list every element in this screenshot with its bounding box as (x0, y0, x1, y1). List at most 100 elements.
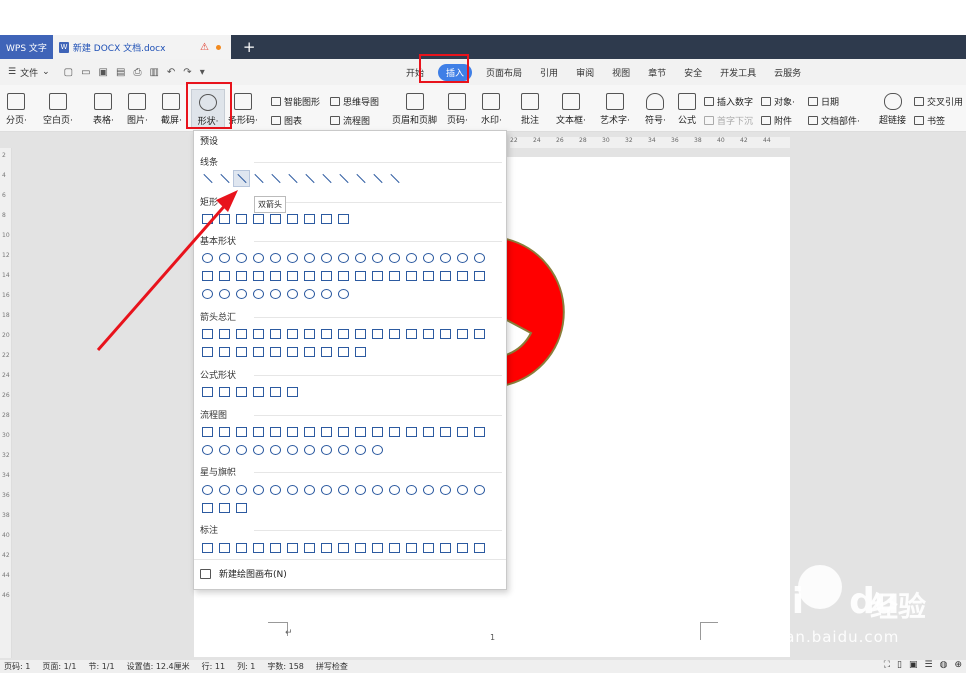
flowchart-shape[interactable] (285, 424, 300, 439)
date-button[interactable]: 日期 (808, 95, 839, 108)
callout-shape[interactable] (404, 540, 419, 555)
basic-shape[interactable] (472, 268, 487, 283)
arrow-shape[interactable] (268, 326, 283, 341)
flowchart-shape[interactable] (251, 424, 266, 439)
rect-shape[interactable] (251, 211, 266, 226)
banner-shape[interactable] (200, 500, 215, 515)
tab-cloud[interactable]: 云服务 (765, 66, 810, 79)
callout-shape[interactable] (387, 540, 402, 555)
arrow-shape[interactable] (200, 344, 215, 359)
star-shape[interactable] (404, 482, 419, 497)
flowchart-shape[interactable] (217, 442, 232, 457)
star-shape[interactable] (200, 482, 215, 497)
new-tab-icon[interactable]: + (243, 38, 256, 56)
tab-developer[interactable]: 开发工具 (711, 66, 765, 79)
basic-shape[interactable] (234, 286, 249, 301)
basic-shape[interactable] (217, 268, 232, 283)
line-shape[interactable] (353, 171, 368, 186)
flowchart-shape[interactable] (319, 424, 334, 439)
star-shape[interactable] (472, 482, 487, 497)
arrow-shape[interactable] (217, 326, 232, 341)
arrow-shape[interactable] (251, 344, 266, 359)
doc-parts-button[interactable]: 文档部件· (808, 114, 860, 127)
rect-shape[interactable] (336, 211, 351, 226)
star-shape[interactable] (268, 482, 283, 497)
arrow-shape[interactable] (421, 326, 436, 341)
basic-shape[interactable] (421, 268, 436, 283)
print-icon[interactable]: ⎙ (133, 67, 141, 78)
line-shape[interactable] (217, 171, 232, 186)
line-shape[interactable] (268, 171, 283, 186)
callout-shape[interactable] (217, 540, 232, 555)
flowchart-shape[interactable] (455, 424, 470, 439)
flowchart-shape[interactable] (404, 424, 419, 439)
arrow-shape[interactable] (234, 326, 249, 341)
callout-shape[interactable] (421, 540, 436, 555)
arrow-shape[interactable] (268, 344, 283, 359)
mind-map-button[interactable]: 思维导图 (330, 95, 379, 108)
rect-shape[interactable] (302, 211, 317, 226)
object-button[interactable]: 对象· (761, 95, 795, 108)
basic-shape[interactable] (302, 250, 317, 265)
rect-shape[interactable] (285, 211, 300, 226)
arrow-shape[interactable] (472, 326, 487, 341)
preview-icon[interactable]: ▥ (149, 67, 158, 78)
callout-shape[interactable] (370, 540, 385, 555)
basic-shape[interactable] (353, 250, 368, 265)
status-word-count[interactable]: 字数: 158 (267, 661, 304, 672)
document-tab[interactable]: W 新建 DOCX 文档.docx ⚠ (52, 35, 231, 59)
flowchart-shape[interactable] (251, 442, 266, 457)
callout-shape[interactable] (251, 540, 266, 555)
outline-view-icon[interactable]: ☰ (925, 660, 933, 670)
tab-section[interactable]: 章节 (639, 66, 675, 79)
arrow-shape[interactable] (455, 326, 470, 341)
symbol-button[interactable]: 符号· (645, 93, 666, 126)
basic-shape[interactable] (251, 286, 266, 301)
basic-shape[interactable] (268, 286, 283, 301)
line-shape[interactable] (251, 171, 266, 186)
basic-shape[interactable] (251, 250, 266, 265)
star-shape[interactable] (285, 482, 300, 497)
star-shape[interactable] (234, 482, 249, 497)
callout-shape[interactable] (319, 540, 334, 555)
rect-shape[interactable] (217, 211, 232, 226)
picture-button[interactable]: 图片· (127, 93, 148, 126)
formula-shape[interactable] (268, 384, 283, 399)
basic-shape[interactable] (336, 286, 351, 301)
basic-shape[interactable] (353, 268, 368, 283)
basic-shape[interactable] (217, 286, 232, 301)
flowchart-shape[interactable] (353, 424, 368, 439)
arrow-shape[interactable] (336, 326, 351, 341)
flowchart-shape[interactable] (234, 442, 249, 457)
basic-shape[interactable] (438, 250, 453, 265)
basic-shape[interactable] (370, 250, 385, 265)
flowchart-shape[interactable] (268, 424, 283, 439)
save-icon[interactable]: ▣ (99, 67, 108, 78)
reading-view-icon[interactable]: ▯ (897, 660, 902, 670)
line-shape[interactable] (302, 171, 317, 186)
arrow-shape[interactable] (336, 344, 351, 359)
basic-shape[interactable] (234, 250, 249, 265)
basic-shape[interactable] (234, 268, 249, 283)
flowchart-shape[interactable] (268, 442, 283, 457)
rect-shape[interactable] (319, 211, 334, 226)
star-shape[interactable] (217, 482, 232, 497)
formula-shape[interactable] (217, 384, 232, 399)
star-shape[interactable] (387, 482, 402, 497)
star-shape[interactable] (336, 482, 351, 497)
page-break-button[interactable]: 分页· (6, 93, 27, 126)
arrow-shape[interactable] (353, 344, 368, 359)
arrow-shape[interactable] (234, 344, 249, 359)
basic-shape[interactable] (319, 250, 334, 265)
arrow-shape[interactable] (319, 344, 334, 359)
textbox-button[interactable]: 文本框· (556, 93, 586, 126)
arrow-shape[interactable] (285, 326, 300, 341)
callout-shape[interactable] (353, 540, 368, 555)
star-shape[interactable] (370, 482, 385, 497)
arrow-shape[interactable] (285, 344, 300, 359)
arrow-shape[interactable] (404, 326, 419, 341)
tab-page-layout[interactable]: 页面布局 (477, 66, 531, 79)
flowchart-shape[interactable] (472, 424, 487, 439)
drop-cap-button[interactable]: 首字下沉 (704, 114, 753, 127)
tab-review[interactable]: 审阅 (567, 66, 603, 79)
